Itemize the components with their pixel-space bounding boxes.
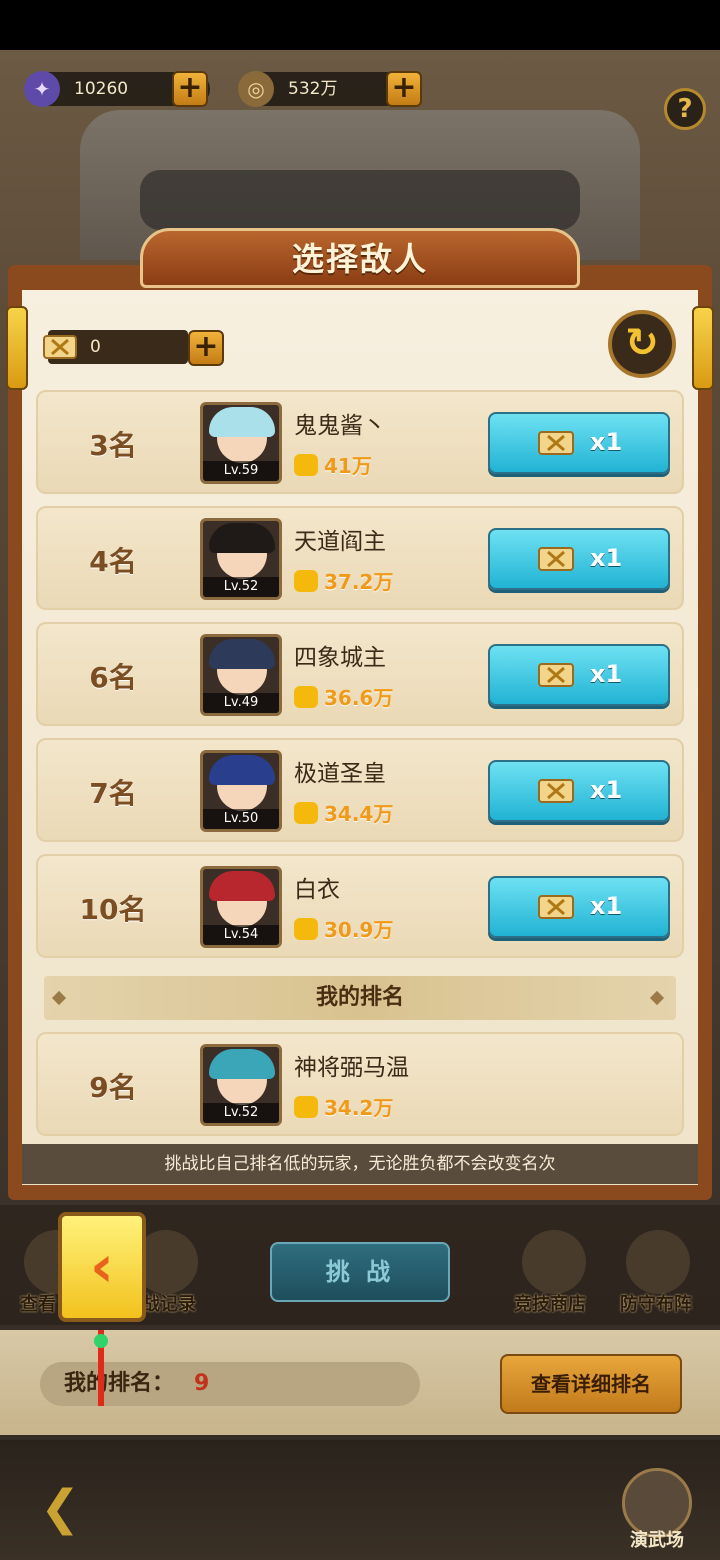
my-rank-label: 我的排名： (64, 1371, 175, 1396)
copper-coin-icon: ◎ (238, 71, 274, 107)
challenge-opponent-button[interactable]: x1 (488, 644, 670, 706)
challenge-cost: x1 (590, 776, 623, 804)
fist-power-icon (294, 686, 318, 708)
opponent-rank: 6名 (89, 661, 137, 694)
back-arrow-icon[interactable]: ‹ (58, 1212, 146, 1322)
opponent-avatar[interactable]: Lv.52 (200, 518, 282, 600)
challenge-rule-notice: 挑战比自己排名低的玩家，无论胜负都不会改变名次 (164, 1154, 556, 1174)
opponent-power: 41万 (294, 450, 372, 479)
challenge-opponent-button[interactable]: x1 (488, 876, 670, 938)
fist-power-icon (294, 454, 318, 476)
my-avatar: Lv.52 (200, 1044, 282, 1126)
arena-shop-icon[interactable] (522, 1230, 586, 1294)
fist-power-icon (294, 1096, 318, 1118)
ticket-count: 0 (90, 337, 101, 357)
purple-gem-icon: ✦ (24, 71, 60, 107)
scroll-handle-left (6, 306, 28, 390)
challenge-opponent-button[interactable]: x1 (488, 760, 670, 822)
add-ticket-button[interactable]: + (188, 330, 224, 366)
opponent-power: 34.4万 (294, 798, 393, 827)
add-coin-button[interactable]: + (386, 71, 422, 107)
tab-dot (94, 1334, 108, 1348)
scroll-handle-right (692, 306, 714, 390)
nav-defense-label[interactable]: 防守布阵 (620, 1290, 692, 1316)
footer-back-arrow-icon[interactable]: ❮ (40, 1480, 80, 1536)
opponent-name: 四象城主 (294, 645, 386, 671)
challenge-scroll-icon (538, 431, 574, 455)
opponent-avatar[interactable]: Lv.49 (200, 634, 282, 716)
opponent-name: 极道圣皇 (294, 761, 386, 787)
defense-formation-icon[interactable] (626, 1230, 690, 1294)
help-button[interactable]: ? (664, 88, 706, 130)
opponent-avatar[interactable]: Lv.59 (200, 402, 282, 484)
challenge-scroll-icon (538, 663, 574, 687)
add-gem-button[interactable]: + (172, 71, 208, 107)
challenge-cost: x1 (590, 892, 623, 920)
my-player-name: 神将弼马温 (294, 1055, 409, 1081)
my-ranking-title: 我的排名 (315, 985, 404, 1010)
opponent-power: 37.2万 (294, 566, 393, 595)
opponent-level: Lv.59 (203, 461, 279, 481)
challenge-scroll-icon (43, 335, 77, 359)
gem-amount: 10260 (74, 79, 129, 99)
opponent-row: 7名 Lv.50 极道圣皇 34.4万 x1 (36, 738, 684, 842)
challenge-cost: x1 (590, 544, 623, 572)
challenge-opponent-button[interactable]: x1 (488, 528, 670, 590)
opponent-row: 6名 Lv.49 四象城主 36.6万 x1 (36, 622, 684, 726)
opponent-row: 10名 Lv.54 白衣 30.9万 x1 (36, 854, 684, 958)
challenge-scroll-icon (538, 779, 574, 803)
view-detail-ranking-button[interactable]: 查看详细排名 (500, 1354, 682, 1414)
challenge-button[interactable]: 挑 战 (270, 1242, 450, 1302)
opponent-power: 30.9万 (294, 914, 393, 943)
refresh-icon[interactable]: ↻ (608, 310, 676, 378)
dialog-title: 选择敌人 (291, 240, 428, 278)
challenge-opponent-button[interactable]: x1 (488, 412, 670, 474)
coin-amount: 532万 (288, 79, 338, 99)
opponent-rank: 3名 (89, 429, 137, 462)
fist-power-icon (294, 570, 318, 592)
opponent-avatar[interactable]: Lv.50 (200, 750, 282, 832)
opponent-rank: 4名 (89, 545, 137, 578)
challenge-cost: x1 (590, 428, 623, 456)
nav-arena-shop-label[interactable]: 竞技商店 (514, 1290, 586, 1316)
fist-power-icon (294, 918, 318, 940)
challenge-scroll-icon (538, 895, 574, 919)
opponent-level: Lv.50 (203, 809, 279, 829)
my-rank-value: 9 (194, 1371, 210, 1396)
opponent-level: Lv.54 (203, 925, 279, 945)
opponent-name: 白衣 (294, 877, 340, 903)
my-power: 34.2万 (294, 1092, 393, 1121)
opponent-avatar[interactable]: Lv.54 (200, 866, 282, 948)
status-bar (0, 0, 720, 50)
opponent-row: 3名 Lv.59 鬼鬼酱丶 41万 x1 (36, 390, 684, 494)
my-rank: 9名 (89, 1071, 137, 1104)
opponent-rank: 7名 (89, 777, 137, 810)
nav-battle-record-label[interactable]: 战记录 (142, 1290, 196, 1316)
arena-label[interactable]: 演武场 (612, 1526, 702, 1552)
opponent-level: Lv.52 (203, 577, 279, 597)
my-ranking-row: 9名 Lv.52 神将弼马温 34.2万 (36, 1032, 684, 1136)
roof-beam-decoration (140, 170, 580, 230)
challenge-scroll-icon (538, 547, 574, 571)
opponent-name: 鬼鬼酱丶 (294, 413, 386, 439)
challenge-cost: x1 (590, 660, 623, 688)
my-level: Lv.52 (203, 1103, 279, 1123)
opponent-rank: 10名 (79, 893, 147, 926)
opponent-power: 36.6万 (294, 682, 393, 711)
fist-power-icon (294, 802, 318, 824)
opponent-name: 天道阎主 (294, 529, 386, 555)
nav-view-label[interactable]: 查看 (20, 1290, 56, 1316)
opponent-level: Lv.49 (203, 693, 279, 713)
opponent-row: 4名 Lv.52 天道阎主 37.2万 x1 (36, 506, 684, 610)
